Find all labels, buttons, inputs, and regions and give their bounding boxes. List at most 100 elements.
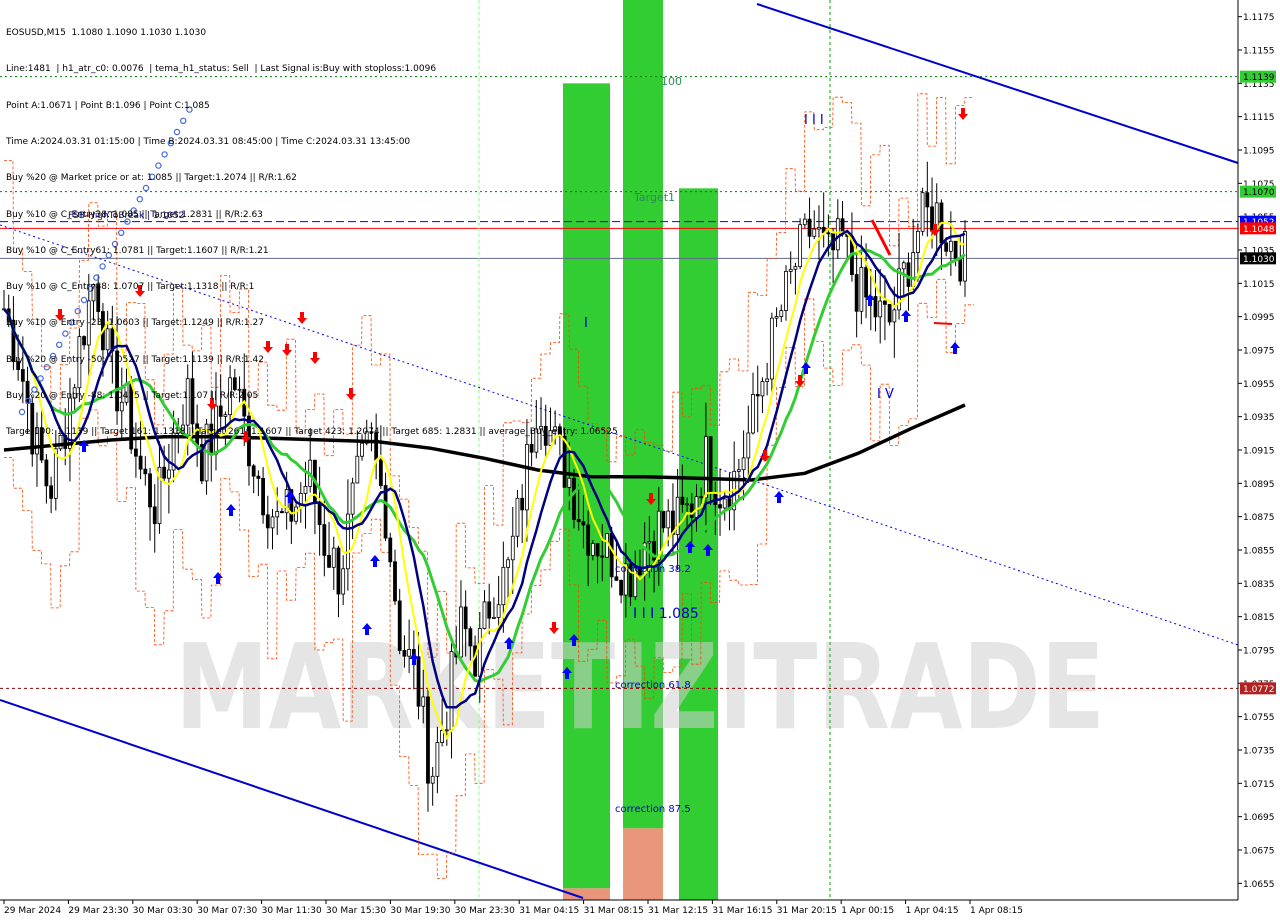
candle-body [350, 482, 355, 515]
candle-body [769, 317, 774, 380]
candle-body [760, 381, 765, 397]
candle-body [162, 466, 167, 479]
candle-body [741, 457, 746, 471]
price-tick-label: 1.0835 [1243, 580, 1275, 590]
candle-body [614, 576, 619, 581]
time-tick-label: 31 Mar 16:15 [712, 906, 772, 916]
time-tick-label: 31 Mar 12:15 [648, 906, 708, 916]
sell-arrow-icon [795, 375, 805, 387]
info-line: Point A:1.0671 | Point B:1.096 | Point C… [6, 100, 210, 111]
price-tick-label: 1.0935 [1243, 413, 1275, 423]
price-tick-label: 1.0955 [1243, 380, 1275, 390]
time-tick-label: 31 Mar 04:15 [519, 906, 579, 916]
candle-body [280, 511, 284, 514]
candle-body [958, 258, 963, 282]
time-tick-label: 1 Apr 08:15 [970, 906, 1023, 916]
candle-body [911, 252, 916, 287]
candle-body [572, 477, 576, 520]
candle-body [751, 394, 755, 434]
candle-body [567, 477, 572, 488]
candle-body [784, 270, 788, 312]
buy-arrow-icon [774, 491, 784, 503]
candle-body [699, 496, 704, 499]
stop-mark [933, 322, 953, 325]
candle-body [581, 521, 586, 526]
time-tick-label: 30 Mar 15:30 [326, 906, 386, 916]
buy-arrow-icon [226, 504, 236, 516]
time-tick-label: 29 Mar 23:30 [68, 906, 128, 916]
candle-body [605, 533, 609, 558]
channel-upper [756, 3, 1239, 164]
candle-body [906, 262, 911, 287]
time-tick-label: 30 Mar 07:30 [197, 906, 257, 916]
candle-body [148, 473, 152, 508]
price-tick-label: 1.0915 [1243, 447, 1275, 457]
candle-body [925, 192, 930, 208]
candle-body [444, 729, 449, 732]
info-panel: EOSUSD,M15 1.1080 1.1090 1.1030 1.1030 L… [6, 3, 618, 463]
candle-body [802, 218, 807, 226]
candle-body [647, 541, 652, 544]
candle-body [327, 555, 331, 568]
candle-body [459, 606, 463, 658]
candle-body [393, 561, 397, 602]
correction-zone-87 [679, 188, 718, 901]
candle-body [878, 300, 883, 318]
candle-body [864, 267, 868, 298]
candle-body [322, 524, 327, 556]
candle-body [746, 432, 751, 459]
candle-body [765, 378, 770, 382]
candle-body [383, 485, 388, 539]
candle-body [901, 262, 906, 270]
price-label-text: 1.1070 [1243, 188, 1275, 198]
info-line: Buy %10 @ C_Entry61: 1.0781 || Target:1.… [6, 245, 269, 256]
candle-body [152, 506, 157, 525]
candle-body [666, 510, 671, 529]
price-tick-label: 1.1175 [1243, 13, 1275, 23]
candle-body [270, 516, 275, 529]
price-tick-label: 1.0895 [1243, 480, 1275, 490]
candle-body [407, 649, 412, 657]
candle-body [265, 514, 270, 529]
candle-body [463, 606, 468, 630]
candle-body [817, 226, 821, 230]
candle-body [590, 543, 595, 556]
candle-body [477, 628, 482, 677]
price-tick-label: 1.0855 [1243, 547, 1275, 557]
price-tick-label: 1.0975 [1243, 347, 1275, 357]
candle-body [388, 537, 393, 563]
buy-arrow-icon [213, 572, 223, 584]
candle-body [722, 498, 727, 509]
candle-body [294, 506, 298, 522]
candle-body [798, 224, 803, 268]
price-label-text: 1.0772 [1243, 685, 1275, 695]
candle-body [812, 228, 817, 237]
candle-body [487, 601, 492, 619]
candle-body [892, 309, 897, 323]
info-line: Time A:2024.03.31 01:15:00 | Time B:2024… [6, 137, 411, 148]
candle-body [506, 559, 510, 568]
buy-arrow-icon [901, 310, 911, 322]
info-line: Buy %20 @ Market price or at: 1.085 || T… [6, 173, 297, 184]
candle-body [303, 486, 308, 494]
candle-body [704, 436, 708, 499]
symbol-line: EOSUSD,M15 1.1080 1.1090 1.1030 1.1030 [6, 28, 207, 39]
candle-body [430, 775, 435, 784]
info-line: Buy %20 @ Entry -50: 1.0527 || Target:1.… [6, 354, 264, 365]
candle-body [859, 267, 864, 312]
candle-body [779, 310, 784, 317]
chart-window[interactable]: MARKETIZITRADE FSB-HighToBreak | 1.1052 T… [0, 0, 1280, 920]
candle-body [948, 240, 953, 252]
price-tick-label: 1.0655 [1243, 880, 1275, 890]
candle-body [449, 651, 454, 731]
info-line: Buy %10 @ C_Entry88: 1.0707 || Target:1.… [6, 282, 255, 293]
time-tick-label: 30 Mar 03:30 [133, 906, 193, 916]
candle-body [944, 242, 949, 252]
candle-body [807, 218, 812, 237]
candle-body [595, 543, 600, 557]
time-tick-label: 30 Mar 23:30 [455, 906, 515, 916]
sell-stroke [870, 219, 892, 256]
time-tick-label: 30 Mar 11:30 [262, 906, 322, 916]
time-tick-label: 1 Apr 00:15 [841, 906, 894, 916]
candle-body [251, 465, 256, 477]
